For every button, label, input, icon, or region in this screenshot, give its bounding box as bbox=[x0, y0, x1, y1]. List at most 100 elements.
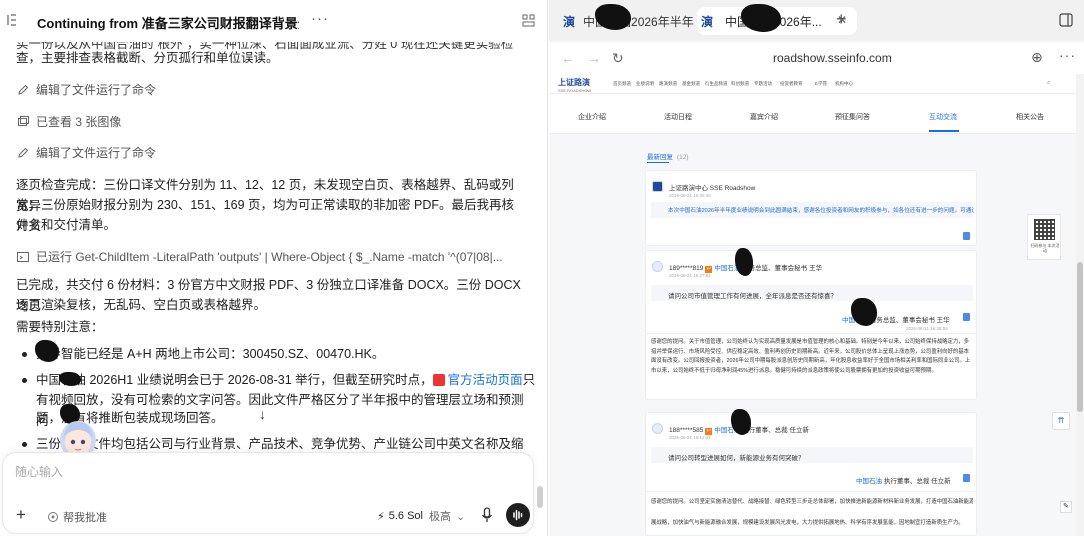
page-scrollbar-thumb[interactable] bbox=[1077, 262, 1083, 412]
terminal-icon bbox=[16, 250, 30, 264]
site-search-icon[interactable]: ⌕ bbox=[1047, 80, 1050, 87]
message-text: 三份口译文件均包括公司与行业背景、产品技术、竞争优势、产业链公司中英文名称及缩 bbox=[36, 437, 524, 451]
redaction-mark bbox=[35, 340, 59, 362]
qa-card: 189*****819 ↩ 中国石油 财务总监、董事会秘书 王华 2026-08-3… bbox=[645, 250, 977, 400]
bullet-dot bbox=[22, 442, 27, 447]
tool-step[interactable]: 编辑了文件运行了命令 bbox=[16, 144, 156, 161]
tab-company-intro[interactable]: 企业介绍 bbox=[578, 112, 606, 122]
approve-help-button[interactable]: 帮我批准 bbox=[47, 509, 107, 525]
site-top-navigation: 上证路演 SSE ROADSHOW 首页频道 业绩说明 路演频道 基金频道 衍生… bbox=[549, 74, 1076, 94]
message-text-span: 中国石油 2026H1 业绩说明会已于 2026-08-31 举行，但截至研究时… bbox=[36, 373, 433, 387]
site-nav-item[interactable]: 机构中心 bbox=[835, 81, 853, 87]
tool-step-label: 编辑了文件运行了命令 bbox=[36, 146, 157, 160]
composer-input[interactable]: 随心输入 bbox=[15, 463, 63, 480]
answerer-role: 执行董事、总裁 任立新 bbox=[883, 478, 951, 485]
message-text: 查，主要排查表格截断、分页孤行和单位误读。 bbox=[16, 51, 279, 65]
message-text: 先导智能已经是 A+H 两地上市公司：300450.SZ、00470.HK。 bbox=[36, 347, 385, 361]
panel-layout-icon[interactable] bbox=[522, 14, 535, 27]
chat-scrollbar[interactable] bbox=[537, 486, 543, 508]
tab-pre-questions[interactable]: 预征集问答 bbox=[835, 112, 870, 122]
tab-schedule[interactable]: 活动日程 bbox=[664, 112, 692, 122]
forward-arrow-icon[interactable]: → bbox=[587, 50, 601, 66]
approve-help-label: 帮我批准 bbox=[63, 512, 107, 524]
reload-icon[interactable]: ↻ bbox=[612, 50, 624, 67]
images-icon bbox=[16, 115, 30, 129]
site-nav-item[interactable]: 业绩说明 bbox=[636, 81, 654, 87]
chat-title: Continuing from 准备三家公司财报翻译背景分... bbox=[37, 16, 299, 31]
asker-id: 189*****819 bbox=[669, 265, 704, 272]
avatar bbox=[652, 261, 663, 272]
official-event-link[interactable]: 官方活动页面 bbox=[448, 373, 523, 387]
site-nav-item[interactable]: 基金频道 bbox=[682, 81, 700, 87]
message-composer[interactable]: 随心输入 + 帮我批准 ⚡ 5.6 Sol 极高 ⌄ bbox=[2, 452, 534, 534]
tool-step-label: 已运行 Get-ChildItem -LiteralPath 'outputs'… bbox=[36, 250, 503, 264]
card-question: 请问公司市值管理工作有何进展，全年派息是否还有惊喜？ bbox=[668, 293, 837, 300]
tab-guests[interactable]: 嘉宾介绍 bbox=[750, 112, 778, 122]
tool-step[interactable]: 已查看 3 张图像 bbox=[16, 113, 121, 130]
latest-replies-heading: 最新回复 (12) bbox=[647, 151, 689, 161]
more-options-icon[interactable]: ··· bbox=[1059, 47, 1076, 63]
scroll-to-bottom-button[interactable]: ↓ bbox=[259, 406, 266, 422]
answerer-role: 财务总监、董事会秘书 王华 bbox=[869, 317, 950, 324]
tool-step[interactable]: 已运行 Get-ChildItem -LiteralPath 'outputs'… bbox=[16, 248, 526, 265]
browser-window: 演 中国石油2026年半年... 演 中国石油2026年... ✕ + ← → … bbox=[549, 0, 1084, 536]
site-logo[interactable]: 上证路演 SSE ROADSHOW bbox=[558, 77, 591, 93]
microphone-button[interactable] bbox=[481, 507, 493, 523]
site-nav-item[interactable]: 路演频道 bbox=[659, 81, 677, 87]
tab-interaction[interactable]: 互动交流 bbox=[929, 112, 957, 122]
model-name: 5.6 Sol bbox=[388, 510, 423, 522]
message-text: 需要特别注意： bbox=[16, 320, 104, 334]
back-to-top-button[interactable]: ⇈ bbox=[1052, 412, 1070, 430]
card-answerer: 中国石油 执行董事、总裁 任立新 bbox=[856, 475, 951, 485]
divider bbox=[646, 333, 976, 334]
qa-card: 188*****585 ↩ 中国石油 执行董事、总裁 任立新 2026-08-31 … bbox=[645, 412, 977, 536]
message-text: 题，没有将推断包装成现场回答。 bbox=[36, 411, 224, 425]
voice-mode-button[interactable] bbox=[506, 503, 530, 527]
tool-step[interactable]: 编辑了文件运行了命令 bbox=[16, 81, 156, 98]
shield-icon bbox=[47, 511, 59, 523]
add-bookmark-icon[interactable]: ⊕ bbox=[1031, 49, 1043, 66]
site-nav-item[interactable]: 首页频道 bbox=[613, 81, 631, 87]
avatar bbox=[652, 181, 663, 192]
document-icon[interactable] bbox=[963, 474, 970, 482]
site-nav-item[interactable]: E学苑 bbox=[815, 81, 827, 87]
qr-code-icon bbox=[1034, 219, 1055, 240]
webpage-content[interactable]: 上证路演 SSE ROADSHOW 首页频道 业绩说明 路演频道 基金频道 衍生… bbox=[549, 74, 1076, 536]
add-attachment-button[interactable]: + bbox=[16, 505, 26, 525]
tab-bar: 演 中国石油2026年半年... 演 中国石油2026年... ✕ + bbox=[549, 0, 1084, 42]
redaction-mark bbox=[851, 298, 877, 326]
qr-code-panel[interactable]: 扫码参与 本次活动 bbox=[1027, 214, 1061, 260]
message-text-span: 只 bbox=[522, 373, 536, 387]
card-answer: 感谢您的提问。关于市值管理，公司始终认为实现高质量发展是市值管理的核心和基础。特… bbox=[651, 339, 971, 374]
chevron-down-icon: ⌄ bbox=[455, 510, 466, 523]
site-nav-item[interactable]: 衍生品频道 bbox=[705, 81, 728, 87]
tool-step-label: 已查看 3 张图像 bbox=[36, 115, 122, 129]
document-icon[interactable] bbox=[963, 232, 970, 240]
bullet-dot bbox=[22, 378, 27, 383]
site-nav-item[interactable]: 投资者教育 bbox=[780, 81, 803, 87]
answer-timestamp: 2026-08-31 16:28:59 bbox=[906, 326, 948, 331]
feedback-button[interactable]: ✎ bbox=[1060, 501, 1072, 513]
site-nav-item[interactable]: 专题活动 bbox=[754, 81, 772, 87]
site-nav-item[interactable]: 科创频道 bbox=[731, 81, 749, 87]
more-options-icon[interactable]: ··· bbox=[311, 10, 329, 27]
bullet-dot bbox=[22, 352, 27, 357]
qr-caption: 扫码参与 本次活动 bbox=[1030, 243, 1060, 253]
card-timestamp: 2026-08-31 16:27:01 bbox=[669, 273, 711, 278]
new-tab-button[interactable]: + bbox=[836, 9, 847, 30]
answer-company: 中国石油 bbox=[856, 478, 882, 485]
chat-transcript[interactable]: 实一份以及从中国合油的”根外”，实一种位深、石面面成业流、分姓 0 现在还关键更… bbox=[0, 42, 548, 452]
model-selector[interactable]: ⚡ 5.6 Sol 极高 ⌄ bbox=[377, 508, 465, 524]
card-answer: 展战略，加快油气与新能源融合发展，规模建设发展风光发电，大力提供拓展地热、科学有… bbox=[651, 520, 964, 526]
reply-badge: ↩ bbox=[705, 428, 713, 435]
address-bar[interactable]: roadshow.sseinfo.com bbox=[773, 51, 892, 65]
card-question: 请问公司转型进展如何，新能源业务有何突破？ bbox=[668, 455, 805, 462]
sidebar-toggle-icon[interactable] bbox=[1059, 13, 1073, 27]
answerer-role: 财务总监、董事会秘书 王华 bbox=[742, 265, 822, 272]
sidebar-toggle-icon[interactable] bbox=[6, 13, 18, 29]
document-icon[interactable] bbox=[963, 313, 970, 321]
tab-announcements[interactable]: 相关公告 bbox=[1016, 112, 1044, 122]
back-arrow-icon[interactable]: ← bbox=[561, 50, 575, 66]
redaction-mark bbox=[735, 248, 753, 276]
latest-replies-label: 最新回复 bbox=[647, 154, 673, 161]
